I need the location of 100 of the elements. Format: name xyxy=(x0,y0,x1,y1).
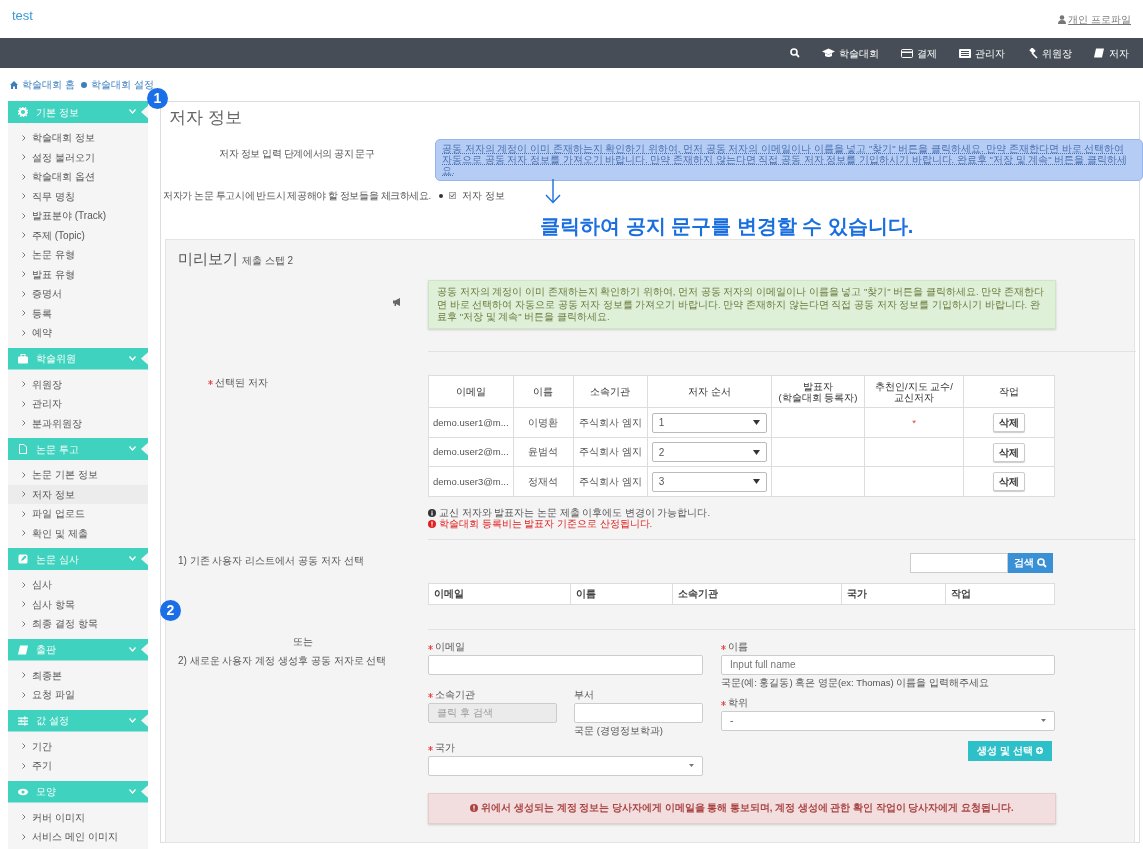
delete-button[interactable]: 삭제 xyxy=(993,442,1025,462)
sidebar-item[interactable]: 심사 xyxy=(8,575,148,595)
chevron-right-icon xyxy=(22,232,26,239)
search-button[interactable] xyxy=(790,48,800,58)
sidebar-item[interactable]: 학술대회 옵션 xyxy=(8,167,148,187)
graduation-cap-icon xyxy=(822,48,835,58)
chevron-right-icon xyxy=(22,381,26,388)
list-icon xyxy=(959,48,971,58)
sidebar-item[interactable]: 등록 xyxy=(8,303,148,323)
checkbox-icon[interactable] xyxy=(449,192,456,200)
nav-link[interactable]: 저자 xyxy=(1094,45,1129,61)
sidebar-item[interactable]: 발표분야 (Track) xyxy=(8,206,148,226)
chevron-right-icon xyxy=(22,743,26,750)
section-label: 1) 기존 사용자 리스트에서 공동 저자 선택 xyxy=(178,554,364,566)
nav-link[interactable]: 위원장 xyxy=(1027,45,1072,61)
sidebar-item[interactable]: 논문 유형 xyxy=(8,245,148,265)
note-text: 교신 저자와 발표자는 논문 제출 이후에도 변경이 가능합니다. xyxy=(439,506,711,519)
chevron-right-icon xyxy=(22,329,26,336)
sidebar-item[interactable]: 요청 파일 xyxy=(8,685,148,705)
sidebar-item[interactable]: 서비스 메인 이미지 xyxy=(8,827,148,847)
nav-link[interactable]: 학술대회 xyxy=(822,45,879,61)
gear-icon xyxy=(18,107,28,117)
checkbox-label: 저자 정보 xyxy=(462,188,505,203)
required-icon xyxy=(208,380,213,386)
input-field[interactable] xyxy=(428,654,703,675)
search-icon xyxy=(1037,557,1047,568)
sidebar-item[interactable]: 기간 xyxy=(8,736,148,756)
field-label: 선택된 저자 xyxy=(215,375,268,390)
select-field[interactable] xyxy=(428,756,703,776)
chevron-right-icon xyxy=(22,173,26,180)
profile-link[interactable]: 개인 프로파일 xyxy=(1058,12,1131,27)
sidebar-item[interactable]: 주기 xyxy=(8,756,148,776)
column-header: 발표자 (학술대회 등록자) xyxy=(771,375,865,408)
sidebar-section-title: 논문 투고 xyxy=(36,442,79,457)
delete-button[interactable]: 삭제 xyxy=(993,472,1025,492)
arrow-icon xyxy=(545,178,561,204)
column-header: 이메일 xyxy=(428,583,571,605)
chevron-right-icon xyxy=(22,601,26,608)
sidebar-item[interactable]: 논문 기본 정보 xyxy=(8,465,148,485)
search-field[interactable] xyxy=(910,552,1008,573)
field-label: 저자 정보 입력 단계에서의 공지 문구 xyxy=(219,146,375,161)
exclamation-circle-icon xyxy=(470,804,479,813)
order-select[interactable]: 2 xyxy=(651,442,767,463)
help-text: 국문(예: 홍길동) 혹은 영문(ex: Thomas) 이름을 입력해주세요 xyxy=(721,675,990,690)
column-header: 작업 xyxy=(963,375,1055,408)
sidebar-item[interactable]: 심사 항목 xyxy=(8,594,148,614)
caret-down-icon xyxy=(1041,719,1046,723)
sidebar-item[interactable]: 최종 결정 항목 xyxy=(8,614,148,634)
sidebar-section-title: 값 설정 xyxy=(36,714,69,728)
sidebar-item[interactable]: 파일 업로드 xyxy=(8,504,148,524)
sidebar-item[interactable]: 학술대회 정보 xyxy=(8,128,148,148)
select-field[interactable]: - xyxy=(721,711,1055,731)
sidebar-section-title: 논문 심사 xyxy=(36,552,79,567)
sidebar-item[interactable]: 커버 이미지 xyxy=(8,807,148,827)
chevron-right-icon xyxy=(22,691,26,698)
field-label: 저자가 논문 투고시에 반드시 제공해야 할 정보들을 체크하세요. xyxy=(163,188,431,203)
required-icon xyxy=(428,644,433,650)
required-icon xyxy=(721,701,726,706)
chevron-right-icon xyxy=(22,762,26,769)
sidebar-item[interactable]: 최종본 xyxy=(8,665,148,685)
required-icon xyxy=(428,692,433,698)
section-label: 2) 새로운 사용자 계정 생성후 공동 저자로 선택 xyxy=(178,653,388,668)
chevron-right-icon xyxy=(22,420,26,427)
help-text: 국문 (경영정보학과) xyxy=(574,723,664,738)
column-header: 소속기관 xyxy=(573,375,648,408)
input-field[interactable]: Input full name xyxy=(721,654,1055,675)
table-cell: 윤범석 xyxy=(513,437,574,467)
chevron-right-icon xyxy=(22,290,26,297)
sidebar-item[interactable]: 발표 유형 xyxy=(8,264,148,284)
nav-link[interactable]: 관리자 xyxy=(959,45,1005,61)
sidebar-item[interactable]: 분과위원장 xyxy=(8,413,148,433)
order-select[interactable]: 3 xyxy=(651,471,767,492)
column-header: 추천인/지도 교수/ 교신저자 xyxy=(864,375,964,408)
field-label: 학위 xyxy=(728,696,748,711)
column-header: 이메일 xyxy=(428,375,514,408)
bullet-icon xyxy=(439,193,443,198)
column-header: 이름 xyxy=(570,583,673,605)
note-text: 학술대회 등록비는 발표자 기준으로 산정됩니다. xyxy=(439,518,653,530)
order-select[interactable]: 1 xyxy=(651,412,767,433)
sidebar-item[interactable]: 예약 xyxy=(8,323,148,343)
table-cell: 주식회사 엠지 xyxy=(573,466,648,497)
delete-button[interactable]: 삭제 xyxy=(993,413,1025,433)
sidebar-item[interactable]: 저자 정보 xyxy=(8,484,148,504)
file-icon xyxy=(18,444,28,454)
input-field[interactable] xyxy=(574,702,703,723)
sidebar-item[interactable]: 관리자 xyxy=(8,394,148,414)
sidebar-item[interactable]: 직무 명칭 xyxy=(8,186,148,206)
chevron-right-icon xyxy=(22,310,26,317)
sidebar-item[interactable]: 설정 불러오기 xyxy=(8,147,148,167)
sidebar-item[interactable]: 증명서 xyxy=(8,284,148,304)
chevron-right-icon xyxy=(22,212,26,219)
search-icon xyxy=(790,48,800,58)
page-title: 저자 정보 xyxy=(169,107,243,129)
sidebar-item[interactable]: 확인 및 제출 xyxy=(8,523,148,543)
sidebar-item[interactable]: 주제 (Topic) xyxy=(8,225,148,245)
required-icon xyxy=(721,644,726,650)
sidebar-item[interactable]: 위원장 xyxy=(8,374,148,394)
nav-link[interactable]: 결제 xyxy=(901,45,937,61)
plus-circle-icon xyxy=(1036,747,1043,755)
breadcrumb-link[interactable]: 학술대회 홈 xyxy=(22,77,75,92)
